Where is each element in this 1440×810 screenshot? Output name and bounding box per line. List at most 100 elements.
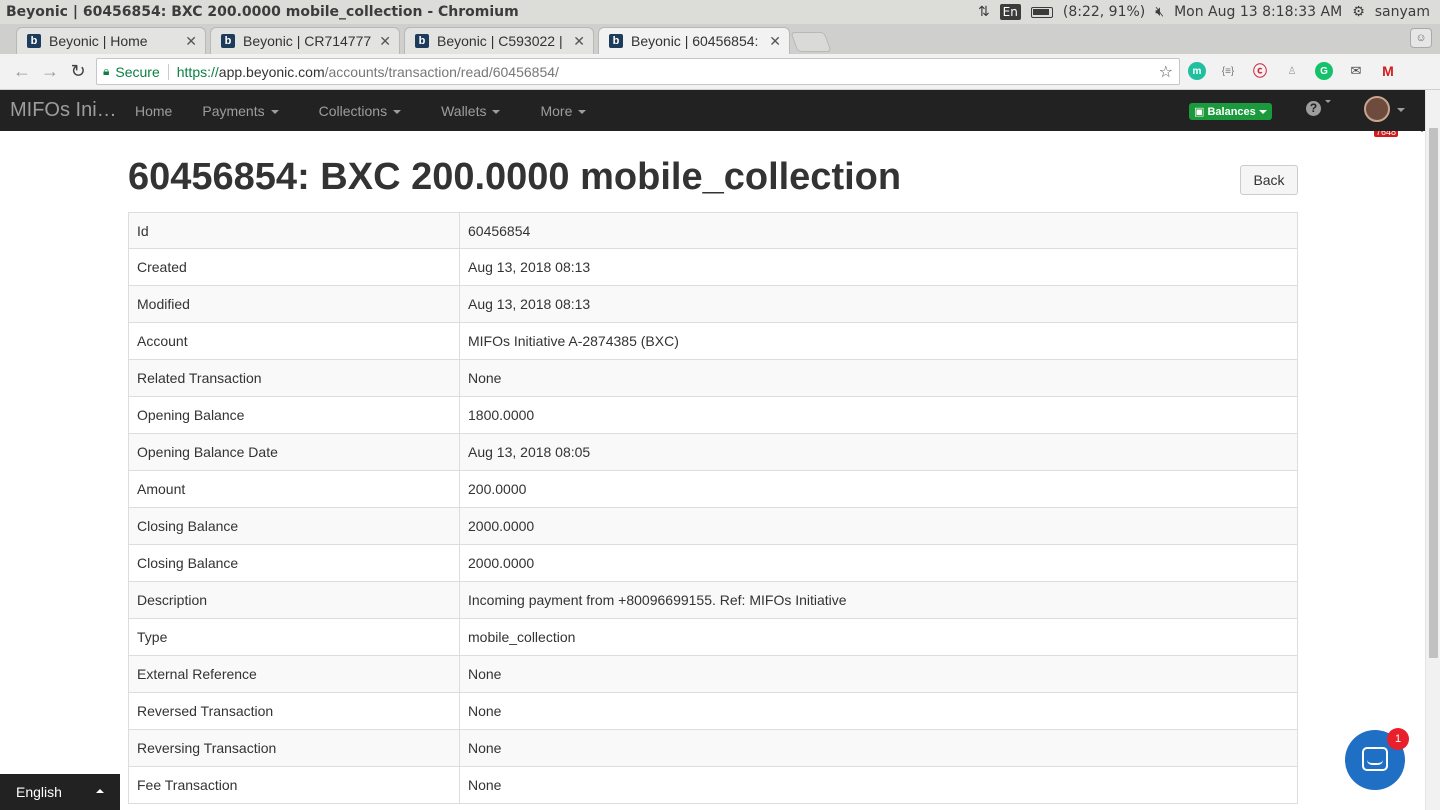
nav-more[interactable]: More (530, 103, 596, 119)
gear-icon[interactable]: ⚙ (1352, 4, 1365, 20)
detail-key: Closing Balance (128, 507, 460, 545)
detail-key: Fee Transaction (128, 766, 460, 804)
tab-cr714777[interactable]: b Beyonic | CR714777 ✕ (210, 27, 400, 54)
window-title: Beyonic | 60456854: BXC 200.0000 mobile_… (6, 4, 519, 20)
caret-up-icon (96, 789, 104, 793)
app-navbar: MIFOs Ini… Home Payments Collections Wal… (0, 90, 1425, 131)
nav-label: Home (135, 102, 173, 119)
detail-row: Id 60456854 (128, 212, 1298, 249)
detail-key: Reversing Transaction (128, 729, 460, 767)
tab-label: Beyonic | 60456854: (631, 33, 759, 49)
address-bar[interactable]: 🔒︎ Secure https://app.beyonic.com/accoun… (96, 58, 1180, 85)
detail-key: Modified (128, 285, 460, 323)
tab-60456854[interactable]: b Beyonic | 60456854: ✕ (598, 27, 790, 54)
battery-icon[interactable] (1030, 6, 1053, 18)
balances-button[interactable]: ▣ Balances (1189, 103, 1272, 120)
nav-label: Collections (318, 102, 388, 119)
unread-badge: 1 (1387, 728, 1409, 750)
mail-icon[interactable]: ✉ (1347, 62, 1365, 80)
back-arrow-icon[interactable]: ← (8, 61, 36, 82)
nav-collections[interactable]: Collections (309, 103, 411, 119)
clock[interactable]: Mon Aug 13 8:18:33 AM (1174, 4, 1342, 20)
caret-down-icon (578, 109, 587, 114)
user-name[interactable]: sanyam (1375, 4, 1430, 20)
url-text[interactable]: https://app.beyonic.com/accounts/transac… (177, 64, 559, 80)
extension-tree-icon[interactable]: ♙ (1283, 62, 1301, 80)
detail-key: Reversed Transaction (128, 692, 460, 730)
detail-row: Reversing Transaction None (128, 729, 1298, 767)
battery-status: (8:22, 91%) (1062, 4, 1146, 20)
gmail-icon[interactable]: M (1379, 62, 1397, 80)
extension-c-icon[interactable]: ⓒ (1251, 62, 1269, 80)
language-label: English (16, 784, 62, 800)
detail-value: Incoming payment from +80096699155. Ref:… (459, 581, 1298, 619)
detail-value: Aug 13, 2018 08:13 (459, 248, 1298, 286)
caret-down-icon (393, 109, 402, 114)
url-host: app.beyonic.com (218, 63, 325, 80)
volume-muted-icon[interactable]: 🔇︎ (1155, 4, 1164, 20)
detail-value: None (459, 655, 1298, 693)
url-scheme: https:// (176, 63, 219, 80)
language-selector[interactable]: English (0, 774, 120, 810)
detail-value: Aug 13, 2018 08:13 (459, 285, 1298, 323)
detail-row: Opening Balance 1800.0000 (128, 396, 1298, 434)
detail-key: Type (128, 618, 460, 656)
back-button[interactable]: Back (1240, 165, 1298, 195)
forward-arrow-icon[interactable]: → (36, 61, 64, 82)
page-scrollbar[interactable] (1425, 90, 1440, 810)
help-icon[interactable]: ? (1306, 101, 1321, 116)
tab-strip: b Beyonic | Home ✕ b Beyonic | CR714777 … (0, 24, 1440, 54)
nav-wallets[interactable]: Wallets (431, 103, 510, 119)
scrollbar-thumb[interactable] (1429, 128, 1438, 658)
detail-row: Created Aug 13, 2018 08:13 (128, 248, 1298, 286)
detail-key: External Reference (128, 655, 460, 693)
brand-name[interactable]: MIFOs Ini… (0, 99, 125, 122)
beyonic-favicon-icon: b (221, 34, 235, 48)
lock-icon: 🔒︎ (103, 64, 110, 78)
keyboard-language[interactable]: En (999, 4, 1021, 20)
money-icon: ▣ (1194, 106, 1208, 118)
detail-key: Account (128, 322, 460, 360)
url-path: /accounts/transaction/read/60456854/ (324, 63, 559, 80)
detail-value: MIFOs Initiative A-2874385 (BXC) (459, 322, 1298, 360)
chat-bubble-icon (1362, 747, 1388, 771)
detail-key: Created (128, 248, 460, 286)
caret-down-icon[interactable] (1325, 100, 1331, 103)
nav-home[interactable]: Home (125, 103, 182, 119)
detail-key: Opening Balance (128, 396, 460, 434)
close-icon[interactable]: ✕ (185, 33, 197, 50)
nav-label: More (540, 102, 573, 119)
close-icon[interactable]: ✕ (769, 33, 781, 50)
avatar[interactable] (1364, 96, 1390, 122)
detail-value: 2000.0000 (459, 544, 1298, 582)
detail-key: Amount (128, 470, 460, 508)
secure-label: Secure (115, 63, 169, 80)
detail-value: None (459, 766, 1298, 804)
detail-value: 2000.0000 (459, 507, 1298, 545)
profile-icon[interactable]: ☺ (1410, 28, 1432, 48)
balances-label: Balances (1207, 106, 1256, 118)
detail-value: 60456854 (459, 212, 1298, 249)
tab-label: Beyonic | CR714777 (243, 33, 372, 49)
caret-down-icon[interactable] (1397, 108, 1405, 112)
close-icon[interactable]: ✕ (573, 33, 585, 50)
reload-icon[interactable]: ↻ (64, 61, 92, 82)
nav-payments[interactable]: Payments (192, 103, 288, 119)
grammarly-icon[interactable]: G (1315, 62, 1333, 80)
tab-c593022[interactable]: b Beyonic | C593022 | ✕ (404, 27, 594, 54)
extension-m-icon[interactable]: m (1188, 62, 1206, 80)
detail-row: Account MIFOs Initiative A-2874385 (BXC) (128, 322, 1298, 360)
tab-beyonic-home[interactable]: b Beyonic | Home ✕ (16, 27, 206, 54)
bookmark-star-icon[interactable]: ☆ (1159, 62, 1173, 82)
chat-launcher-button[interactable]: 1 (1345, 728, 1409, 790)
network-icon[interactable]: ⇅ (978, 4, 990, 20)
caret-down-icon (492, 109, 501, 114)
new-tab-button[interactable] (790, 32, 832, 52)
close-icon[interactable]: ✕ (379, 33, 391, 50)
extension-json-icon[interactable]: {≡} (1219, 62, 1237, 80)
detail-key: Related Transaction (128, 359, 460, 397)
beyonic-favicon-icon: b (415, 34, 429, 48)
detail-row: Fee Transaction None (128, 766, 1298, 804)
detail-row: Amount 200.0000 (128, 470, 1298, 508)
nav-label: Wallets (441, 102, 487, 119)
